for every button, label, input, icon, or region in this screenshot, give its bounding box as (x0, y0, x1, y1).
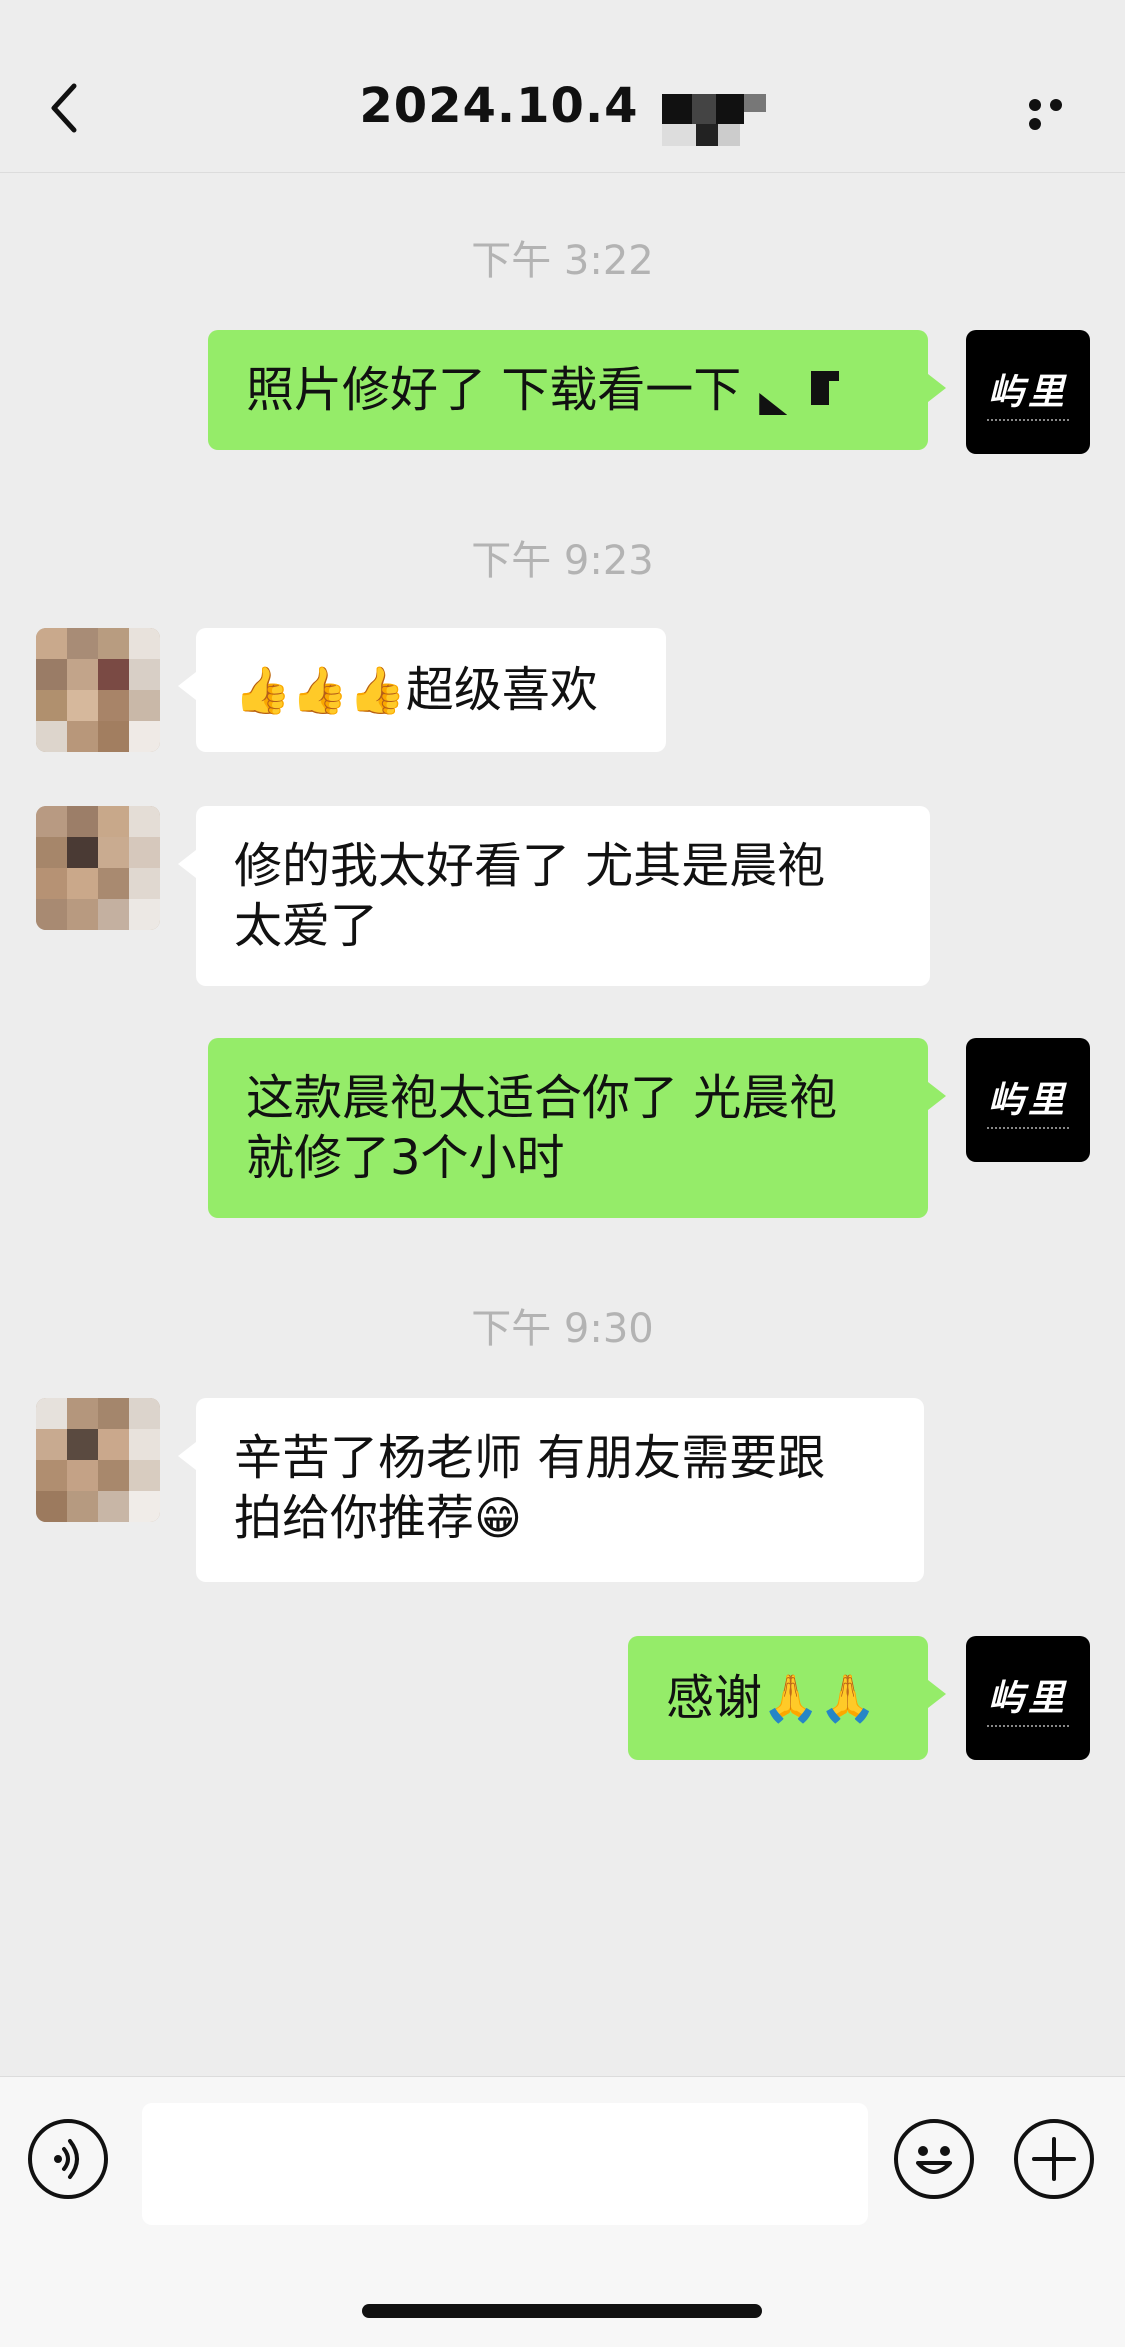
message-text: 照片修好了 下载看一下 (246, 362, 742, 418)
brand-avatar[interactable]: 屿里 (966, 1636, 1090, 1760)
message-bubble-self[interactable]: 这款晨袍太适合你了 光晨袍 就修了3个小时 (208, 1038, 946, 1218)
plus-button[interactable] (1014, 2119, 1094, 2199)
timestamp: 下午 3:22 (471, 238, 654, 284)
brand-avatar[interactable]: 屿里 (966, 1038, 1090, 1162)
message-bubble-other[interactable]: 辛苦了杨老师 有朋友需要跟 拍给你推荐😁 (178, 1398, 924, 1582)
contact-avatar[interactable] (36, 628, 160, 752)
pray-emoji: 🙏🙏 (762, 1671, 877, 1725)
message-bubble-other[interactable]: 修的我太好看了 尤其是晨袍 太爱了 (178, 806, 930, 986)
contact-avatar[interactable] (36, 806, 160, 930)
more-button[interactable] (1029, 96, 1089, 130)
message-text-line: 这款晨袍太适合你了 光晨袍 (246, 1070, 838, 1126)
message-input[interactable] (142, 2103, 868, 2225)
more-dot (1029, 118, 1041, 130)
grin-emoji: 😁 (474, 1491, 522, 1545)
brand-avatar[interactable]: 屿里 (966, 330, 1090, 454)
message-bubble-other[interactable]: 👍👍👍 超级喜欢 (178, 628, 666, 752)
brand-avatar-text: 屿里 (987, 1079, 1068, 1121)
more-dots-icon (1029, 99, 1041, 111)
thumbs-up-emoji: 👍👍👍 (234, 663, 406, 717)
smiley-icon (916, 2146, 952, 2174)
message-bubble-self[interactable]: 感谢 🙏🙏 (628, 1636, 946, 1760)
message-text-line: 就修了3个小时 (246, 1130, 565, 1186)
chat-title-wrap: 2024.10.4 (0, 78, 1125, 150)
contact-avatar[interactable] (36, 1398, 160, 1522)
voice-button[interactable] (28, 2119, 108, 2199)
voice-icon (54, 2139, 79, 2179)
message-text: 感谢 (666, 1670, 763, 1726)
brand-avatar-text: 屿里 (987, 371, 1068, 413)
timestamp: 下午 9:30 (471, 1306, 654, 1352)
message-text: 超级喜欢 (405, 662, 598, 718)
message-text-line: 拍给你推荐 (234, 1490, 475, 1546)
censor-mosaic (759, 365, 849, 415)
chat-title: 2024.10.4 (359, 78, 639, 134)
timestamp: 下午 9:23 (471, 538, 654, 584)
brand-avatar-text: 屿里 (987, 1677, 1068, 1719)
more-dot (1050, 99, 1062, 111)
chat-header: 2024.10.4 (0, 0, 1125, 173)
message-text-line-wrap: 拍给你推荐😁 (234, 1488, 886, 1548)
brand-divider (987, 1127, 1069, 1129)
brand-divider (987, 1725, 1069, 1727)
message-bubble-self[interactable]: 照片修好了 下载看一下 (208, 330, 946, 450)
message-text-line: 太爱了 (234, 898, 379, 954)
home-indicator[interactable] (362, 2304, 762, 2318)
plus-icon (1032, 2137, 1076, 2181)
message-text-line: 修的我太好看了 尤其是晨袍 (234, 838, 826, 894)
title-mosaic (661, 86, 766, 150)
brand-divider (987, 419, 1069, 421)
emoji-button[interactable] (894, 2119, 974, 2199)
message-text-line: 辛苦了杨老师 有朋友需要跟 (234, 1430, 826, 1486)
